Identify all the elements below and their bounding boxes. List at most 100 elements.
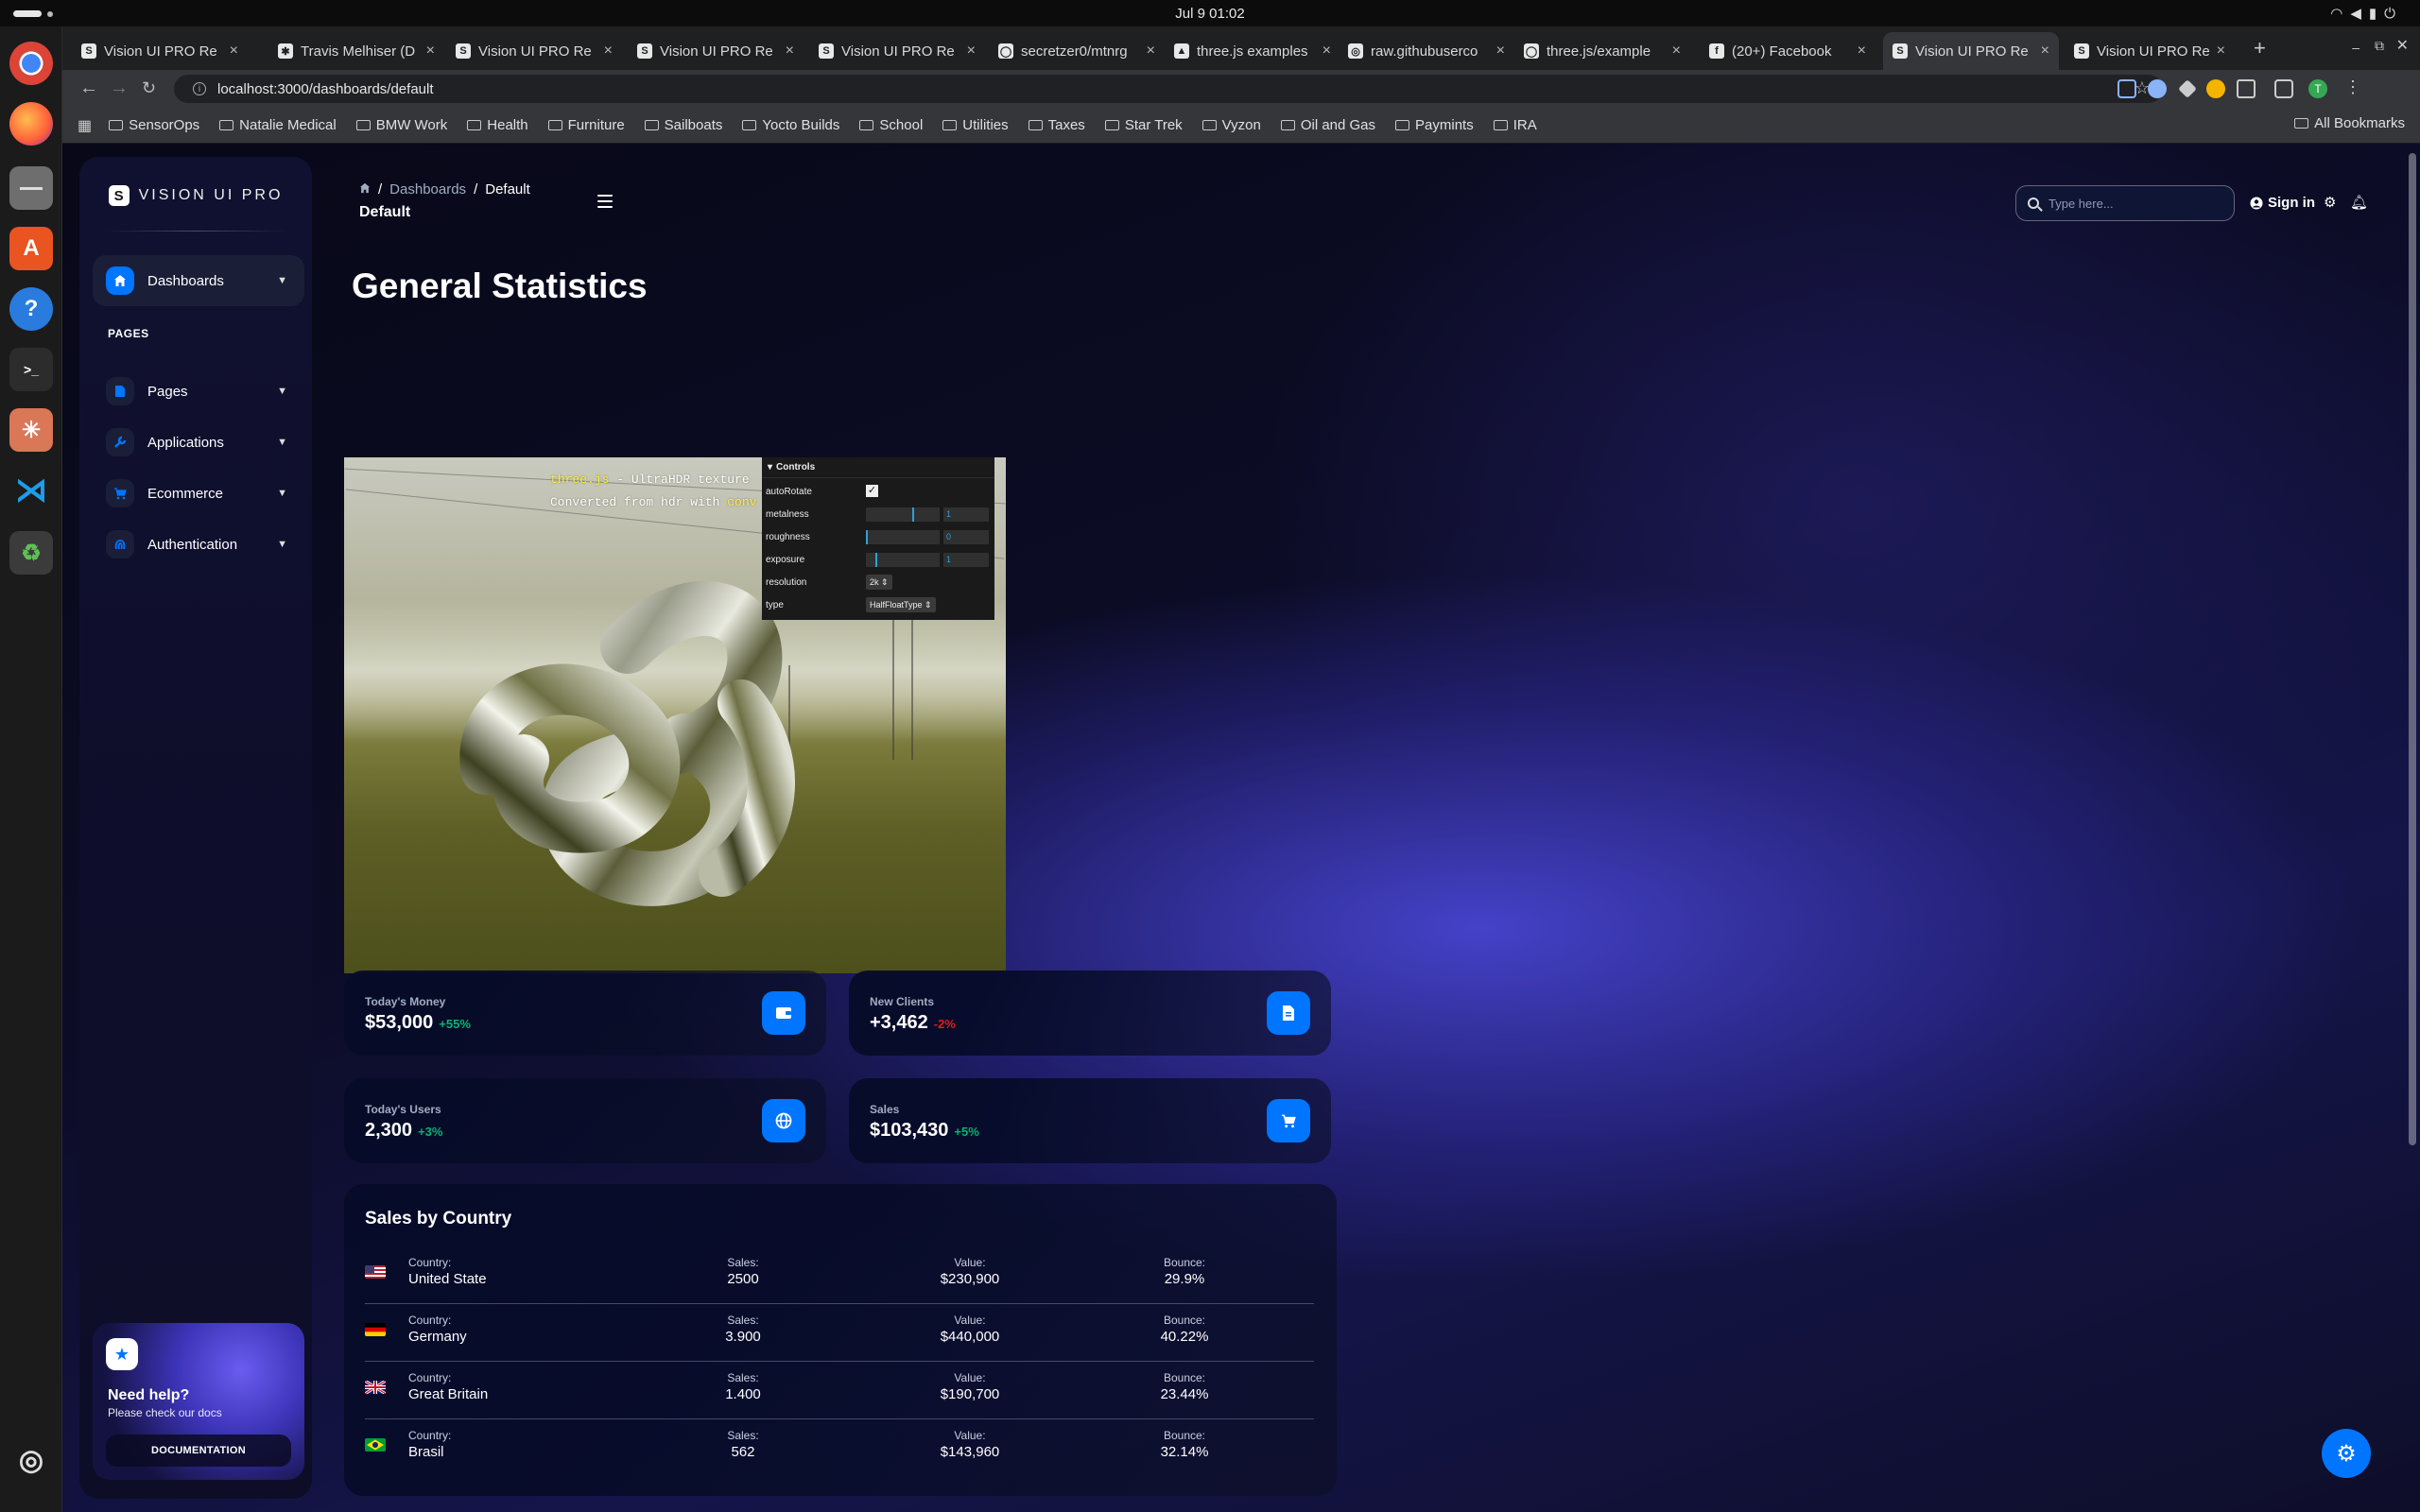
notifications-bell-icon[interactable]: 🔔︎ [2350, 194, 2368, 211]
exposure-slider[interactable] [866, 553, 940, 567]
roughness-number-input[interactable]: 0 [943, 530, 989, 544]
bookmark-folder[interactable]: Yocto Builds [742, 117, 839, 133]
converter-link[interactable]: conv [727, 495, 756, 509]
configurator-button[interactable]: ⚙ [2322, 1429, 2371, 1478]
bookmark-folder[interactable]: Paymints [1395, 117, 1474, 133]
browser-tab[interactable]: S Vision UI PRO Re × [1883, 32, 2059, 70]
chrome-icon[interactable] [9, 42, 53, 85]
resolution-select[interactable]: 2k ⇕ [866, 575, 892, 590]
reload-icon[interactable]: ↻ [142, 78, 156, 98]
tab-close-icon[interactable]: × [786, 43, 794, 60]
threejs-link[interactable]: three.js [550, 472, 609, 487]
type-select[interactable]: HalfFloatType ⇕ [866, 597, 936, 612]
tab-close-icon[interactable]: × [1147, 43, 1155, 60]
bookmark-folder[interactable]: Taxes [1028, 117, 1085, 133]
sidebar-item-ecommerce[interactable]: Ecommerce ▼ [93, 471, 304, 516]
browser-tab[interactable]: ◯ three.js/example × [1514, 32, 1690, 70]
window-maximize-button[interactable]: ⧉ [2375, 38, 2384, 54]
browser-tab[interactable]: S Vision UI PRO Re × [72, 32, 248, 70]
sign-in-button[interactable]: Sign in [2250, 195, 2315, 211]
forward-arrow-icon[interactable]: → [110, 77, 129, 99]
anthropic-icon[interactable]: ✳ [9, 408, 53, 452]
autorotate-checkbox[interactable]: ✓ [866, 485, 878, 497]
browser-tab[interactable]: S Vision UI PRO Re × [446, 32, 622, 70]
extension-icon-1[interactable] [2118, 79, 2136, 98]
sidebar-item-applications[interactable]: Applications ▼ [93, 420, 304, 465]
apps-grid-icon[interactable]: ▦ [78, 116, 92, 135]
bookmark-folder[interactable]: Oil and Gas [1280, 117, 1375, 133]
tab-close-icon[interactable]: × [2041, 43, 2049, 60]
url-text[interactable]: localhost:3000/dashboards/default [217, 81, 434, 97]
sidebar-item-dashboards[interactable]: Dashboards ▼ [93, 255, 304, 306]
bookmark-folder[interactable]: Star Trek [1104, 117, 1183, 133]
threejs-canvas[interactable]: three.js - UltraHDR texture Converted fr… [344, 457, 1006, 973]
window-close-button[interactable]: ✕ [2396, 36, 2409, 55]
side-panel-icon[interactable] [2274, 79, 2293, 98]
documentation-button[interactable]: DOCUMENTATION [106, 1435, 291, 1467]
bookmark-folder[interactable]: Natalie Medical [219, 117, 337, 133]
bookmark-folder[interactable]: Furniture [547, 117, 625, 133]
controls-title[interactable]: ▾ Controls [762, 457, 994, 478]
bookmark-folder[interactable]: Sailboats [644, 117, 722, 133]
tab-close-icon[interactable]: × [604, 43, 613, 60]
software-center-icon[interactable]: A [9, 227, 53, 270]
browser-tab[interactable]: S Vision UI PRO Re × [2065, 32, 2235, 70]
browser-tab[interactable]: ◎ raw.githubuserco × [1339, 32, 1514, 70]
bookmark-folder[interactable]: BMW Work [355, 117, 447, 133]
back-arrow-icon[interactable]: ← [79, 77, 98, 99]
all-bookmarks-button[interactable]: All Bookmarks [2294, 115, 2405, 131]
tab-close-icon[interactable]: × [967, 43, 976, 60]
browser-tab[interactable]: S Vision UI PRO Re × [809, 32, 985, 70]
ubuntu-apps-icon[interactable]: ◎ [9, 1438, 53, 1482]
sidebar-item-authentication[interactable]: Authentication ▼ [93, 522, 304, 567]
browser-tab[interactable]: ▲ three.js examples × [1165, 32, 1340, 70]
system-tray[interactable]: ◠◀▮⏻ [2330, 5, 2403, 22]
extension-icon-4[interactable] [2206, 79, 2225, 98]
tab-close-icon[interactable]: × [1496, 43, 1505, 60]
sidebar-item-pages[interactable]: Pages ▼ [93, 369, 304, 414]
home-icon[interactable] [359, 181, 371, 198]
tab-close-icon[interactable]: × [230, 43, 238, 60]
browser-menu-icon[interactable]: ⋮ [2344, 77, 2361, 97]
browser-tab[interactable]: ✱ Travis Melhiser (D × [268, 32, 444, 70]
exposure-number-input[interactable]: 1 [943, 553, 989, 567]
extensions-puzzle-icon[interactable] [2237, 79, 2256, 98]
new-tab-button[interactable]: + [2254, 36, 2266, 60]
search-input[interactable]: Type here... [2015, 185, 2235, 221]
tab-close-icon[interactable]: × [1322, 43, 1331, 60]
metalness-slider[interactable] [866, 507, 940, 522]
page-scrollbar[interactable] [2409, 153, 2416, 1145]
terminal-icon[interactable]: >_ [9, 348, 53, 391]
bookmark-folder[interactable]: IRA [1493, 117, 1537, 133]
browser-tab[interactable]: f (20+) Facebook × [1700, 32, 1876, 70]
bookmark-folder[interactable]: School [859, 117, 923, 133]
profile-avatar[interactable]: T [2308, 79, 2327, 98]
browser-tab[interactable]: ◯ secretzer0/mtnrg × [989, 32, 1165, 70]
bookmark-folder[interactable]: SensorOps [109, 117, 199, 133]
trash-icon[interactable]: ♻ [9, 531, 53, 575]
breadcrumb-dashboards[interactable]: Dashboards [389, 181, 466, 198]
tab-close-icon[interactable]: × [1858, 43, 1866, 60]
address-bar[interactable]: i localhost:3000/dashboards/default ☆ [174, 75, 2163, 103]
roughness-slider[interactable] [866, 530, 940, 544]
settings-gear-icon[interactable]: ⚙ [2324, 194, 2336, 211]
extension-icon-2[interactable] [2148, 79, 2167, 98]
files-icon[interactable] [9, 166, 53, 210]
system-clock[interactable]: Jul 9 01:02 [0, 6, 2420, 22]
brand[interactable]: S VISION UI PRO [79, 185, 312, 206]
browser-tab[interactable]: S Vision UI PRO Re × [628, 32, 804, 70]
menu-toggle-icon[interactable] [597, 195, 613, 212]
firefox-icon[interactable] [9, 102, 53, 146]
vscode-icon[interactable]: ⋊ [9, 469, 53, 512]
site-info-icon[interactable]: i [193, 82, 206, 95]
bookmark-folder[interactable]: Utilities [942, 117, 1009, 133]
extension-icon-3[interactable] [2178, 79, 2197, 98]
bookmark-folder[interactable]: Health [467, 117, 528, 133]
window-minimize-button[interactable]: – [2352, 40, 2360, 55]
metalness-number-input[interactable]: 1 [943, 507, 989, 522]
tab-close-icon[interactable]: × [426, 43, 435, 60]
bookmark-folder[interactable]: Vyzon [1201, 117, 1261, 133]
tab-close-icon[interactable]: × [1672, 43, 1681, 60]
tab-close-icon[interactable]: × [2217, 43, 2225, 60]
help-icon[interactable]: ? [9, 287, 53, 331]
